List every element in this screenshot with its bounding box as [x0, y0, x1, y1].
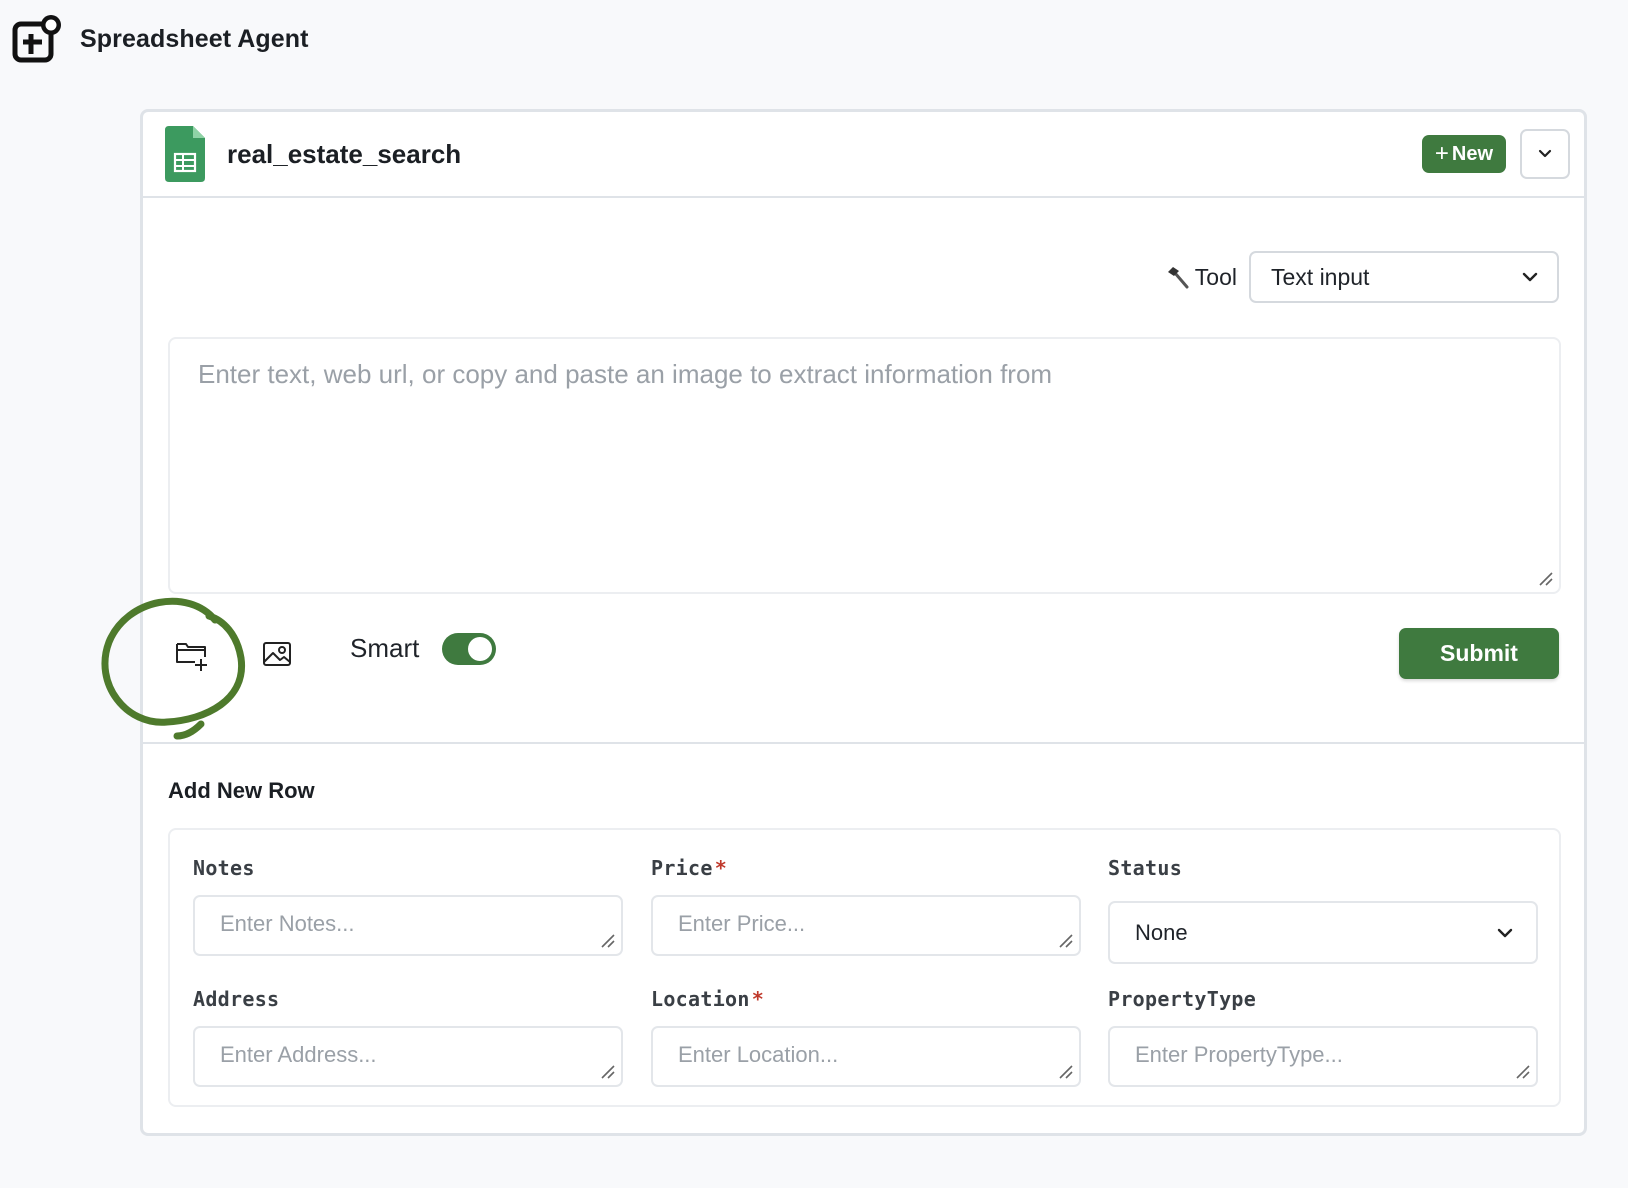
add-row-title: Add New Row [168, 778, 315, 803]
resize-handle-icon[interactable] [1057, 1063, 1073, 1079]
smart-toggle-knob [468, 637, 492, 661]
new-button[interactable]: + New [1421, 135, 1506, 173]
smart-label: Smart [350, 633, 420, 663]
submit-button[interactable]: Submit [1399, 628, 1559, 679]
field-label-status: Status [1108, 855, 1538, 881]
field-label-status-text: Status [1108, 856, 1183, 880]
field-label-address: Address [193, 986, 623, 1012]
google-sheets-icon [165, 126, 205, 182]
hammer-icon [1167, 267, 1189, 289]
field-status: Status None [1108, 855, 1538, 964]
field-notes: Notes Enter Notes... [193, 855, 623, 956]
required-asterisk-icon: * [714, 856, 728, 880]
field-label-price-text: Price [651, 856, 713, 880]
chevron-down-icon [1522, 272, 1538, 282]
extraction-input[interactable]: Enter text, web url, or copy and paste a… [168, 337, 1561, 594]
resize-handle-icon[interactable] [1514, 1063, 1530, 1079]
field-label-propertytype-text: PropertyType [1108, 987, 1257, 1011]
propertytype-input[interactable]: Enter PropertyType... [1108, 1026, 1538, 1087]
spreadsheet-card: real_estate_search + New Tool Text input [101, 109, 1587, 1136]
app-title: Spreadsheet Agent [80, 24, 309, 53]
location-input[interactable]: Enter Location... [651, 1026, 1081, 1087]
address-input-placeholder: Enter Address... [220, 1042, 377, 1067]
field-price: Price * Enter Price... [651, 855, 1081, 956]
resize-handle-icon[interactable] [1537, 570, 1553, 586]
notes-input-placeholder: Enter Notes... [220, 911, 355, 936]
tool-select[interactable]: Text input [1249, 251, 1559, 303]
sheet-name[interactable]: real_estate_search [227, 139, 461, 170]
price-input[interactable]: Enter Price... [651, 895, 1081, 956]
field-label-location: Location * [651, 986, 1081, 1012]
app-header: Spreadsheet Agent [12, 12, 309, 66]
image-icon[interactable] [262, 640, 292, 668]
price-input-placeholder: Enter Price... [678, 911, 806, 936]
field-label-notes: Notes [193, 855, 623, 881]
tool-label: Tool [1164, 264, 1237, 291]
chevron-down-icon [1538, 149, 1552, 158]
chevron-down-icon [1497, 928, 1513, 937]
folder-plus-icon[interactable] [174, 636, 208, 672]
address-input[interactable]: Enter Address... [193, 1026, 623, 1087]
extraction-input-placeholder: Enter text, web url, or copy and paste a… [198, 359, 1053, 389]
propertytype-input-placeholder: Enter PropertyType... [1135, 1042, 1343, 1067]
status-select[interactable]: None [1108, 901, 1538, 964]
field-label-price: Price * [651, 855, 1081, 881]
field-label-notes-text: Notes [193, 856, 255, 880]
add-row-form: Notes Enter Notes... Price * Enter Price.… [168, 828, 1561, 1107]
section-divider [143, 742, 1584, 744]
tool-select-value: Text input [1271, 263, 1370, 290]
field-label-address-text: Address [193, 987, 280, 1011]
field-location: Location * Enter Location... [651, 986, 1081, 1087]
tool-row: Tool Text input [1164, 251, 1559, 303]
resize-handle-icon[interactable] [599, 1063, 615, 1079]
spreadsheet-agent-logo-icon [12, 15, 61, 63]
new-button-label: New [1451, 142, 1493, 165]
required-asterisk-icon: * [751, 987, 765, 1011]
field-label-propertytype: PropertyType [1108, 986, 1538, 1012]
field-label-location-text: Location [651, 987, 750, 1011]
sheet-menu-button[interactable] [1520, 129, 1570, 179]
resize-handle-icon[interactable] [1057, 932, 1073, 948]
smart-toggle[interactable] [442, 633, 496, 665]
tool-label-text: Tool [1194, 263, 1237, 290]
status-select-value: None [1135, 919, 1188, 945]
plus-icon: + [1434, 140, 1449, 167]
location-input-placeholder: Enter Location... [678, 1042, 839, 1067]
field-propertytype: PropertyType Enter PropertyType... [1108, 986, 1538, 1087]
card-header: real_estate_search + New [143, 112, 1584, 198]
resize-handle-icon[interactable] [599, 932, 615, 948]
notes-input[interactable]: Enter Notes... [193, 895, 623, 956]
field-address: Address Enter Address... [193, 986, 623, 1087]
